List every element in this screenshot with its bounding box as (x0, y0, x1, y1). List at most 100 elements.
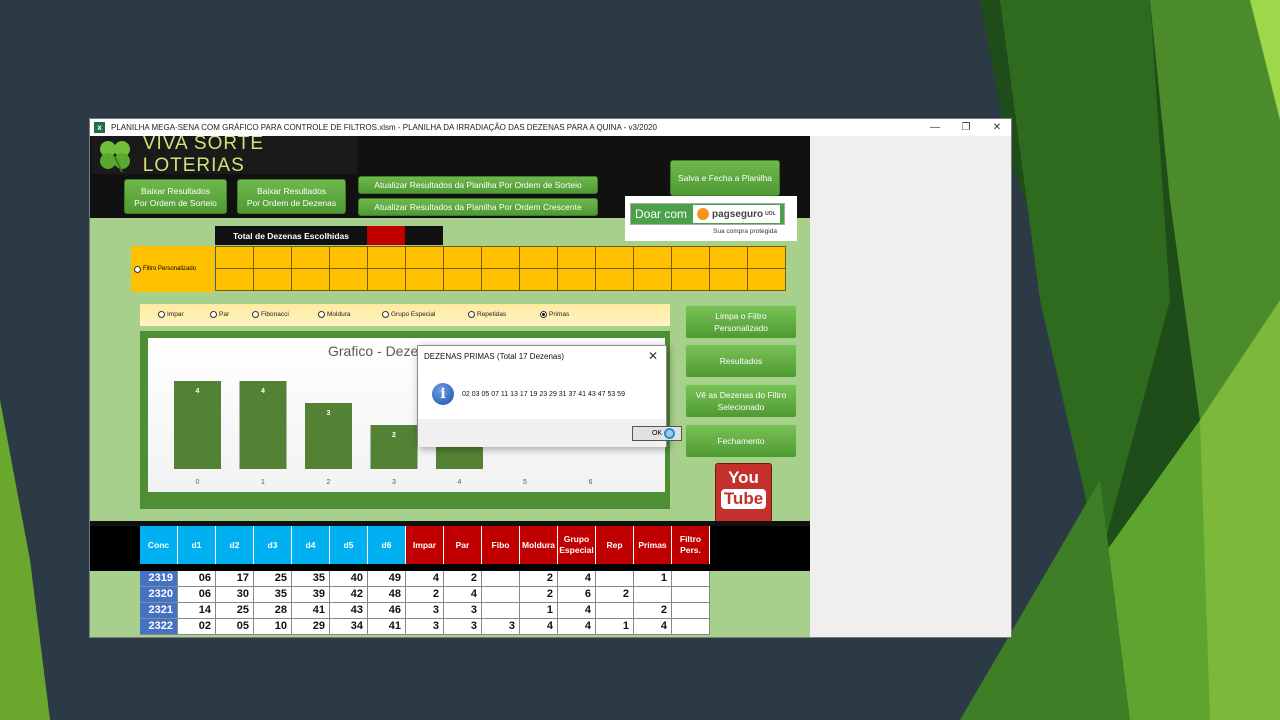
table-cell[interactable]: 2321 (140, 603, 178, 619)
table-cell[interactable]: 42 (330, 587, 368, 603)
table-header-cell: d3 (254, 526, 292, 564)
table-cell[interactable]: 25 (254, 571, 292, 587)
youtube-button[interactable]: You Tube (715, 463, 772, 523)
resultados-button[interactable]: Resultados (685, 344, 797, 378)
table-cell[interactable]: 1 (634, 571, 672, 587)
table-cell[interactable] (672, 571, 710, 587)
chart-data-label-1: 4 (261, 388, 265, 395)
donate-pagseguro-button[interactable]: Doar com pagseguro UOL Sua compra proteg… (625, 196, 797, 241)
filter-option-par[interactable]: Par (210, 311, 229, 318)
restore-button[interactable]: ❐ (951, 119, 981, 136)
table-cell[interactable]: 34 (330, 619, 368, 635)
table-cell[interactable]: 02 (178, 619, 216, 635)
atualizar-sorteio-button[interactable]: Atualizar Resultados da Planilha Por Ord… (358, 176, 598, 194)
baixar-sorteio-button[interactable]: Baixar Resultados Por Ordem de Sorteio (124, 179, 227, 214)
filter-option-grupo-especial[interactable]: Grupo Especial (382, 311, 435, 318)
table-cell[interactable] (634, 587, 672, 603)
table-cell[interactable]: 1 (596, 619, 634, 635)
table-cell[interactable]: 4 (558, 571, 596, 587)
table-cell[interactable]: 4 (444, 587, 482, 603)
table-cell[interactable]: 35 (254, 587, 292, 603)
baixar-dezenas-button[interactable]: Baixar Resultados Por Ordem de Dezenas (237, 179, 346, 214)
table-cell[interactable]: 2 (634, 603, 672, 619)
table-cell[interactable]: 3 (444, 619, 482, 635)
filter-option-primas[interactable]: Primas (540, 311, 569, 318)
table-cell[interactable]: 41 (292, 603, 330, 619)
title-bar: x PLANILHA MEGA-SENA COM GRÁFICO PARA CO… (90, 119, 1011, 136)
table-cell[interactable]: 06 (178, 587, 216, 603)
salva-fecha-button[interactable]: Salva e Fecha a Planilha (670, 160, 780, 196)
table-cell[interactable]: 40 (330, 571, 368, 587)
close-button[interactable]: ✕ (982, 119, 1011, 136)
ok-label: OK (651, 430, 663, 437)
table-cell[interactable]: 2 (520, 587, 558, 603)
table-header-cell: Rep (596, 526, 634, 564)
youtube-tube: Tube (720, 489, 767, 509)
table-cell[interactable]: 4 (558, 603, 596, 619)
table-cell[interactable] (672, 603, 710, 619)
filter-option-repetidas[interactable]: Repetidas (468, 311, 506, 318)
table-cell[interactable]: 3 (444, 603, 482, 619)
table-cell[interactable]: 3 (406, 603, 444, 619)
filter-option-impar[interactable]: Impar (158, 311, 184, 318)
table-cell[interactable] (482, 603, 520, 619)
table-cell[interactable] (672, 619, 710, 635)
excel-icon: x (94, 122, 105, 133)
table-header-cell: d4 (292, 526, 330, 564)
number-selection-grid[interactable] (215, 246, 786, 291)
table-cell[interactable] (482, 571, 520, 587)
atualizar-crescente-button[interactable]: Atualizar Resultados da Planilha Por Ord… (358, 198, 598, 216)
table-cell[interactable] (482, 587, 520, 603)
fechamento-button[interactable]: Fechamento (685, 424, 797, 458)
table-cell[interactable]: 2322 (140, 619, 178, 635)
table-cell[interactable]: 29 (292, 619, 330, 635)
table-cell[interactable]: 2320 (140, 587, 178, 603)
table-cell[interactable]: 3 (406, 619, 444, 635)
table-cell[interactable]: 35 (292, 571, 330, 587)
table-cell[interactable]: 1 (520, 603, 558, 619)
table-cell[interactable]: 2 (596, 587, 634, 603)
table-cell[interactable]: 48 (368, 587, 406, 603)
ok-button[interactable]: OK (632, 426, 682, 441)
table-cell[interactable]: 2319 (140, 571, 178, 587)
table-cell[interactable]: 25 (216, 603, 254, 619)
table-cell[interactable]: 28 (254, 603, 292, 619)
table-cell[interactable]: 39 (292, 587, 330, 603)
table-cell[interactable] (596, 571, 634, 587)
filter-option-moldura[interactable]: Moldura (318, 311, 350, 318)
chart-tick-label-4: 4 (458, 479, 462, 486)
minimize-button[interactable]: — (920, 119, 950, 136)
table-cell[interactable]: 4 (558, 619, 596, 635)
filter-label: Grupo Especial (391, 311, 436, 318)
table-cell[interactable]: 06 (178, 571, 216, 587)
table-cell[interactable]: 6 (558, 587, 596, 603)
table-cell[interactable]: 41 (368, 619, 406, 635)
table-cell[interactable]: 46 (368, 603, 406, 619)
table-cell[interactable]: 17 (216, 571, 254, 587)
chart-tick-label-5: 5 (523, 479, 527, 486)
table-cell[interactable]: 49 (368, 571, 406, 587)
table-cell[interactable]: 10 (254, 619, 292, 635)
filter-label: Primas (549, 311, 570, 318)
filter-option-fibonacci[interactable]: Fibonacci (252, 311, 289, 318)
table-cell[interactable]: 2 (406, 587, 444, 603)
table-cell[interactable] (672, 587, 710, 603)
table-cell[interactable]: 43 (330, 603, 368, 619)
table-cell[interactable]: 3 (482, 619, 520, 635)
table-cell[interactable]: 05 (216, 619, 254, 635)
pagseguro-icon (697, 208, 710, 220)
table-cell[interactable]: 4 (520, 619, 558, 635)
dialog-close-button[interactable]: ✕ (648, 349, 658, 363)
table-cell[interactable]: 30 (216, 587, 254, 603)
table-cell[interactable]: 4 (634, 619, 672, 635)
table-header-cell: Moldura (520, 526, 558, 564)
radio-selected-icon (540, 311, 547, 318)
table-cell[interactable]: 2 (520, 571, 558, 587)
table-cell[interactable]: 4 (406, 571, 444, 587)
filtro-personalizado-option[interactable]: Filtro Personalizado (131, 246, 214, 292)
table-cell[interactable] (596, 603, 634, 619)
table-cell[interactable]: 14 (178, 603, 216, 619)
limpa-filtro-button[interactable]: Limpa o Filtro Personalizado (685, 305, 797, 339)
ve-dezenas-button[interactable]: Vê as Dezenas do Filtro Selecionado (685, 384, 797, 418)
table-cell[interactable]: 2 (444, 571, 482, 587)
